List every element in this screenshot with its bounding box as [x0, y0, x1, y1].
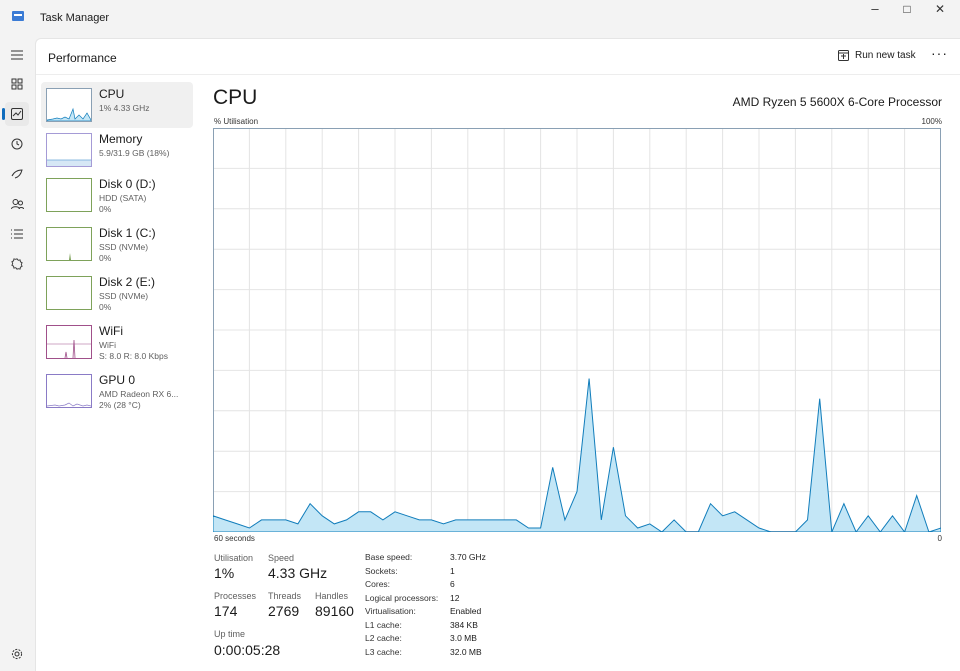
users-icon[interactable]	[5, 192, 29, 216]
uptime-value: 0:00:05:28	[214, 642, 281, 658]
spec-value: 12	[450, 592, 460, 603]
page-header: Performance Run new task ···	[36, 39, 960, 75]
disk-2-thumbnail-graph	[46, 276, 92, 310]
processes-icon[interactable]	[5, 72, 29, 96]
memory-thumbnail-graph	[46, 133, 92, 167]
sidebar-item-cpu[interactable]: CPU 1% 4.33 GHz	[41, 82, 193, 128]
spec-label: L2 cache:	[365, 633, 402, 643]
x-axis-end-label: 0	[937, 534, 942, 543]
spec-label: L1 cache:	[365, 619, 402, 630]
hamburger-menu-icon[interactable]	[5, 43, 29, 67]
content-panel: Performance Run new task ··· CPU 1% 4.33…	[35, 38, 960, 671]
sidebar-item-usage: 2% (28 °C)	[99, 400, 141, 410]
sidebar-item-detail: AMD Radeon RX 6...	[99, 389, 179, 399]
cpu-utilisation-graph	[213, 128, 941, 532]
task-manager-logo-icon	[12, 11, 24, 21]
sidebar-item-label: CPU	[99, 87, 125, 101]
startup-apps-icon[interactable]	[5, 162, 29, 186]
spec-label: L3 cache:	[365, 646, 402, 657]
run-task-icon	[838, 50, 849, 61]
cpu-title: CPU	[213, 86, 258, 109]
run-new-task-label: Run new task	[855, 50, 916, 61]
handles-label: Handles	[315, 591, 349, 601]
nav-rail	[0, 38, 34, 671]
threads-label: Threads	[268, 591, 302, 601]
sidebar-item-wifi[interactable]: WiFi WiFi S: 8.0 R: 8.0 Kbps	[41, 319, 193, 365]
sidebar-item-label: WiFi	[99, 324, 123, 338]
uptime-label: Up time	[214, 629, 246, 639]
x-axis-start-label: 60 seconds	[214, 534, 255, 543]
details-icon[interactable]	[5, 222, 29, 246]
wifi-thumbnail-graph	[46, 325, 92, 359]
sidebar-item-detail: SSD (NVMe)	[99, 242, 149, 252]
sidebar-item-disk-0[interactable]: Disk 0 (D:) HDD (SATA) 0%	[41, 172, 193, 218]
speed-value: 4.33 GHz	[268, 565, 328, 581]
handles-value: 89160	[315, 603, 354, 619]
spec-value: 1	[450, 565, 455, 576]
maximize-button[interactable]: □	[892, 0, 922, 20]
processes-label: Processes	[214, 591, 257, 601]
sidebar-item-disk-1[interactable]: Disk 1 (C:) SSD (NVMe) 0%	[41, 221, 193, 267]
sidebar-item-usage: S: 8.0 R: 8.0 Kbps	[99, 351, 168, 361]
spec-label: Base speed:	[365, 552, 413, 562]
sidebar-item-detail: 1% 4.33 GHz	[99, 103, 150, 113]
sidebar-item-detail: HDD (SATA)	[99, 193, 147, 203]
window-title: Task Manager	[40, 12, 110, 24]
sidebar-item-gpu-0[interactable]: GPU 0 AMD Radeon RX 6... 2% (28 °C)	[41, 368, 193, 414]
more-options-button[interactable]: ···	[931, 45, 948, 61]
processes-value: 174	[214, 603, 238, 619]
y-axis-max-label: 100%	[921, 117, 942, 126]
sidebar-item-detail: SSD (NVMe)	[99, 291, 149, 301]
disk-1-thumbnail-graph	[46, 227, 92, 261]
spec-value: 3.70 GHz	[450, 552, 486, 562]
sidebar-item-label: Disk 1 (C:)	[99, 226, 156, 240]
sidebar-item-memory[interactable]: Memory 5.9/31.9 GB (18%)	[41, 127, 193, 173]
disk-0-thumbnail-graph	[46, 178, 92, 212]
page-title: Performance	[48, 51, 117, 65]
threads-value: 2769	[268, 603, 300, 619]
minimize-button[interactable]: –	[860, 0, 890, 20]
utilisation-label: Utilisation	[214, 553, 254, 563]
spec-value: 32.0 MB	[450, 646, 482, 657]
sidebar-item-label: Disk 0 (D:)	[99, 177, 156, 191]
performance-sidebar: CPU 1% 4.33 GHz Memory 5.9/31.9 GB (18%)…	[36, 76, 198, 671]
sidebar-item-usage: 0%	[99, 253, 112, 263]
sidebar-item-detail: WiFi	[99, 340, 116, 350]
sidebar-item-detail: 5.9/31.9 GB (18%)	[99, 148, 170, 158]
settings-icon[interactable]	[5, 642, 29, 666]
spec-value: 6	[450, 579, 455, 589]
y-axis-label: % Utilisation	[214, 117, 259, 126]
close-button[interactable]: ✕	[925, 0, 955, 20]
cpu-model-name: AMD Ryzen 5 5600X 6-Core Processor	[732, 95, 942, 109]
app-history-icon[interactable]	[5, 132, 29, 156]
gpu-thumbnail-graph	[46, 374, 92, 408]
sidebar-item-usage: 0%	[99, 204, 112, 214]
performance-icon[interactable]	[2, 102, 29, 126]
sidebar-item-usage: 0%	[99, 302, 112, 312]
spec-label: Cores:	[365, 579, 391, 589]
services-icon[interactable]	[5, 252, 29, 276]
utilisation-value: 1%	[214, 565, 235, 581]
spec-label: Virtualisation:	[365, 606, 416, 616]
cpu-thumbnail-graph	[46, 88, 92, 122]
spec-value: 384 KB	[450, 619, 478, 630]
spec-value: 3.0 MB	[450, 633, 477, 643]
spec-value: Enabled	[450, 606, 482, 616]
run-new-task-button[interactable]: Run new task	[838, 50, 916, 61]
sidebar-item-disk-2[interactable]: Disk 2 (E:) SSD (NVMe) 0%	[41, 270, 193, 316]
spec-label: Sockets:	[365, 565, 398, 576]
sidebar-item-label: Memory	[99, 132, 143, 146]
title-bar: Task Manager – □ ✕	[0, 0, 960, 38]
speed-label: Speed	[268, 553, 295, 563]
sidebar-item-label: Disk 2 (E:)	[99, 275, 156, 289]
sidebar-item-label: GPU 0	[99, 373, 136, 387]
spec-label: Logical processors:	[365, 592, 439, 603]
